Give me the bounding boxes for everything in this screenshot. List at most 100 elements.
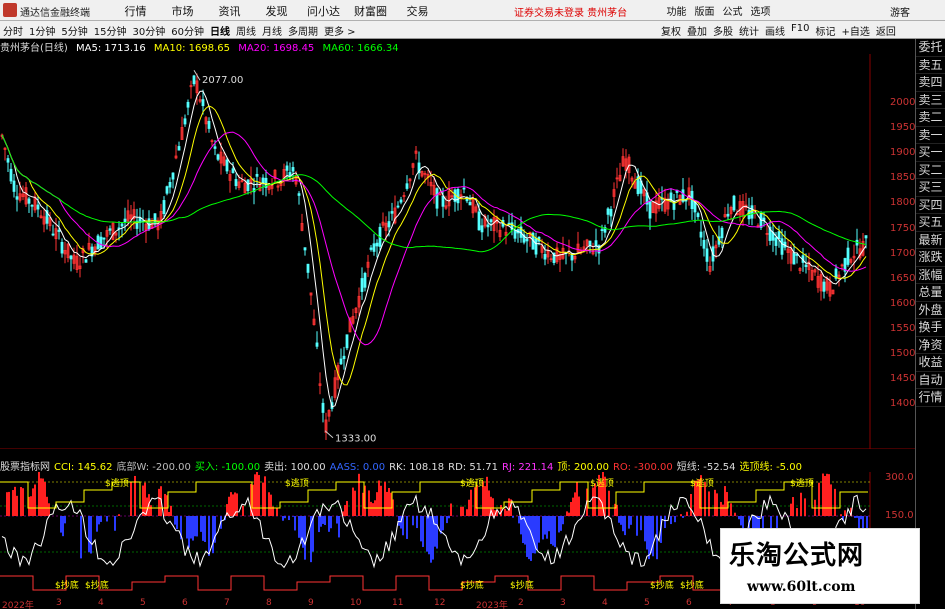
candle-body <box>60 242 64 254</box>
candle-body <box>513 230 517 239</box>
candle-body <box>36 204 40 210</box>
candle-body <box>345 334 349 349</box>
ind-bar <box>168 512 170 516</box>
quote-panel-item-17[interactable]: 净资 <box>916 337 945 354</box>
quote-panel-item-7[interactable]: 买二 <box>916 162 945 179</box>
ind-bar <box>88 516 90 553</box>
ind-bar <box>536 516 538 551</box>
period-tab-1[interactable]: 1分钟 <box>29 23 55 38</box>
period-tab-0[interactable]: 分时 <box>3 23 23 38</box>
ind-bar <box>208 516 210 556</box>
kline-chart[interactable]: 2077.00 1333.00 <box>0 54 915 449</box>
quote-panel-item-2[interactable]: 卖四 <box>916 74 945 92</box>
right-menu-item-2[interactable]: 公式 <box>720 3 745 18</box>
guest-label[interactable]: 游客 <box>890 4 910 19</box>
right-menu-item-3[interactable]: 选项 <box>748 3 773 18</box>
candle-body <box>303 247 307 251</box>
quote-panel-item-1[interactable]: 卖五 <box>916 57 945 74</box>
ind-bar <box>608 490 610 516</box>
candle-body <box>108 228 112 231</box>
quote-panel-item-9[interactable]: 买四 <box>916 197 945 214</box>
tool-button-7[interactable]: +自选 <box>841 23 869 38</box>
ind-bar <box>664 516 666 528</box>
period-tab-2[interactable]: 5分钟 <box>61 23 87 38</box>
period-tab-5[interactable]: 60分钟 <box>171 23 204 38</box>
period-tab-9[interactable]: 多周期 <box>288 23 318 38</box>
ind-bar <box>62 516 64 537</box>
ind-bar <box>46 496 48 516</box>
candle-body <box>387 221 391 228</box>
quote-panel-item-20[interactable]: 行情 <box>916 389 945 407</box>
ind-bar <box>164 493 166 516</box>
tool-button-1[interactable]: 叠加 <box>687 23 707 38</box>
period-tab-7[interactable]: 周线 <box>236 23 256 38</box>
tool-button-4[interactable]: 画线 <box>765 23 785 38</box>
quote-panel-item-4[interactable]: 卖二 <box>916 109 945 127</box>
ind-bar <box>142 485 144 516</box>
quote-panel-item-10[interactable]: 买五 <box>916 214 945 232</box>
quote-panel-item-12[interactable]: 涨跌 <box>916 249 945 267</box>
watermark-url: www.60lt.com <box>747 579 856 595</box>
quote-panel-item-14[interactable]: 总量 <box>916 284 945 302</box>
right-menu-item-1[interactable]: 版面 <box>692 3 717 18</box>
tool-button-2[interactable]: 多股 <box>713 23 733 38</box>
quote-panel-item-16[interactable]: 换手 <box>916 319 945 337</box>
tool-button-3[interactable]: 统计 <box>739 23 759 38</box>
ind-bar <box>304 516 306 560</box>
escape-top-label: $逃顶 <box>460 477 484 489</box>
menu-item-0[interactable]: 行情 <box>112 3 159 19</box>
period-tab-3[interactable]: 15分钟 <box>94 23 127 38</box>
quote-panel-item-6[interactable]: 买一 <box>916 144 945 162</box>
menu-item-1[interactable]: 市场 <box>159 3 206 19</box>
quote-panel-item-0[interactable]: 委托 <box>916 39 945 57</box>
quote-panel-item-18[interactable]: 收益 <box>916 354 945 372</box>
tool-button-6[interactable]: 标记 <box>815 23 835 38</box>
quote-panel-item-11[interactable]: 最新 <box>916 232 945 249</box>
quote-panel-item-13[interactable]: 涨幅 <box>916 267 945 284</box>
quote-panel-item-15[interactable]: 外盘 <box>916 302 945 319</box>
tool-button-5[interactable]: F10 <box>791 23 809 38</box>
tool-button-8[interactable]: 返回 <box>876 23 896 38</box>
period-toolbar: 分时 1分钟 5分钟 15分钟 30分钟 60分钟 日线 周线 月线 多周期 更多 > 复权 叠加 多股… <box>0 21 945 39</box>
period-tab-8[interactable]: 月线 <box>262 23 282 38</box>
ind-bar <box>470 489 472 516</box>
menu-item-4[interactable]: 问小达 <box>300 3 347 19</box>
ind-bar <box>388 488 390 516</box>
ind-bar <box>790 503 792 516</box>
quote-panel-item-19[interactable]: 自动 <box>916 372 945 389</box>
ind-bar <box>186 516 188 539</box>
ind-bar <box>416 516 418 529</box>
ind-bar <box>462 506 464 516</box>
ind-bar <box>254 474 256 516</box>
candle-body <box>315 342 319 347</box>
ind-bar <box>192 516 194 541</box>
ind-bar <box>42 478 44 516</box>
menu-item-5[interactable]: 财富圈 <box>347 3 394 19</box>
ind-bar <box>8 491 10 516</box>
right-menu-item-0[interactable]: 功能 <box>664 3 689 18</box>
login-notice[interactable]: 证券交易未登录 贵州茅台 <box>514 4 627 19</box>
ind-bar <box>730 503 732 516</box>
menu-item-3[interactable]: 发现 <box>253 3 300 19</box>
quote-panel-item-8[interactable]: 买三 <box>916 179 945 197</box>
period-tab-6[interactable]: 日线 <box>210 23 230 38</box>
period-tab-4[interactable]: 30分钟 <box>132 23 165 38</box>
quote-panel-item-3[interactable]: 卖三 <box>916 92 945 109</box>
ind-bar <box>716 493 718 516</box>
watermark-title: 乐淘公式网 <box>729 541 865 571</box>
menu-item-2[interactable]: 资讯 <box>206 3 253 19</box>
period-tab-10[interactable]: 更多 > <box>324 23 356 38</box>
stock-title: 贵州茅台(日线) <box>0 43 68 54</box>
menu-item-6[interactable]: 交易 <box>394 3 441 19</box>
ind-bar <box>640 516 642 531</box>
buy-bottom-label: $抄底 <box>460 579 484 591</box>
ind-bar <box>176 516 178 530</box>
ind-bar <box>468 499 470 516</box>
ind-bar <box>118 514 120 516</box>
tool-button-0[interactable]: 复权 <box>661 23 681 38</box>
quote-panel-item-5[interactable]: 卖一 <box>916 127 945 144</box>
date-tick: 7 <box>224 598 230 608</box>
ind-bar <box>170 505 172 516</box>
candle-body <box>285 165 289 171</box>
ind-bar <box>358 473 360 516</box>
